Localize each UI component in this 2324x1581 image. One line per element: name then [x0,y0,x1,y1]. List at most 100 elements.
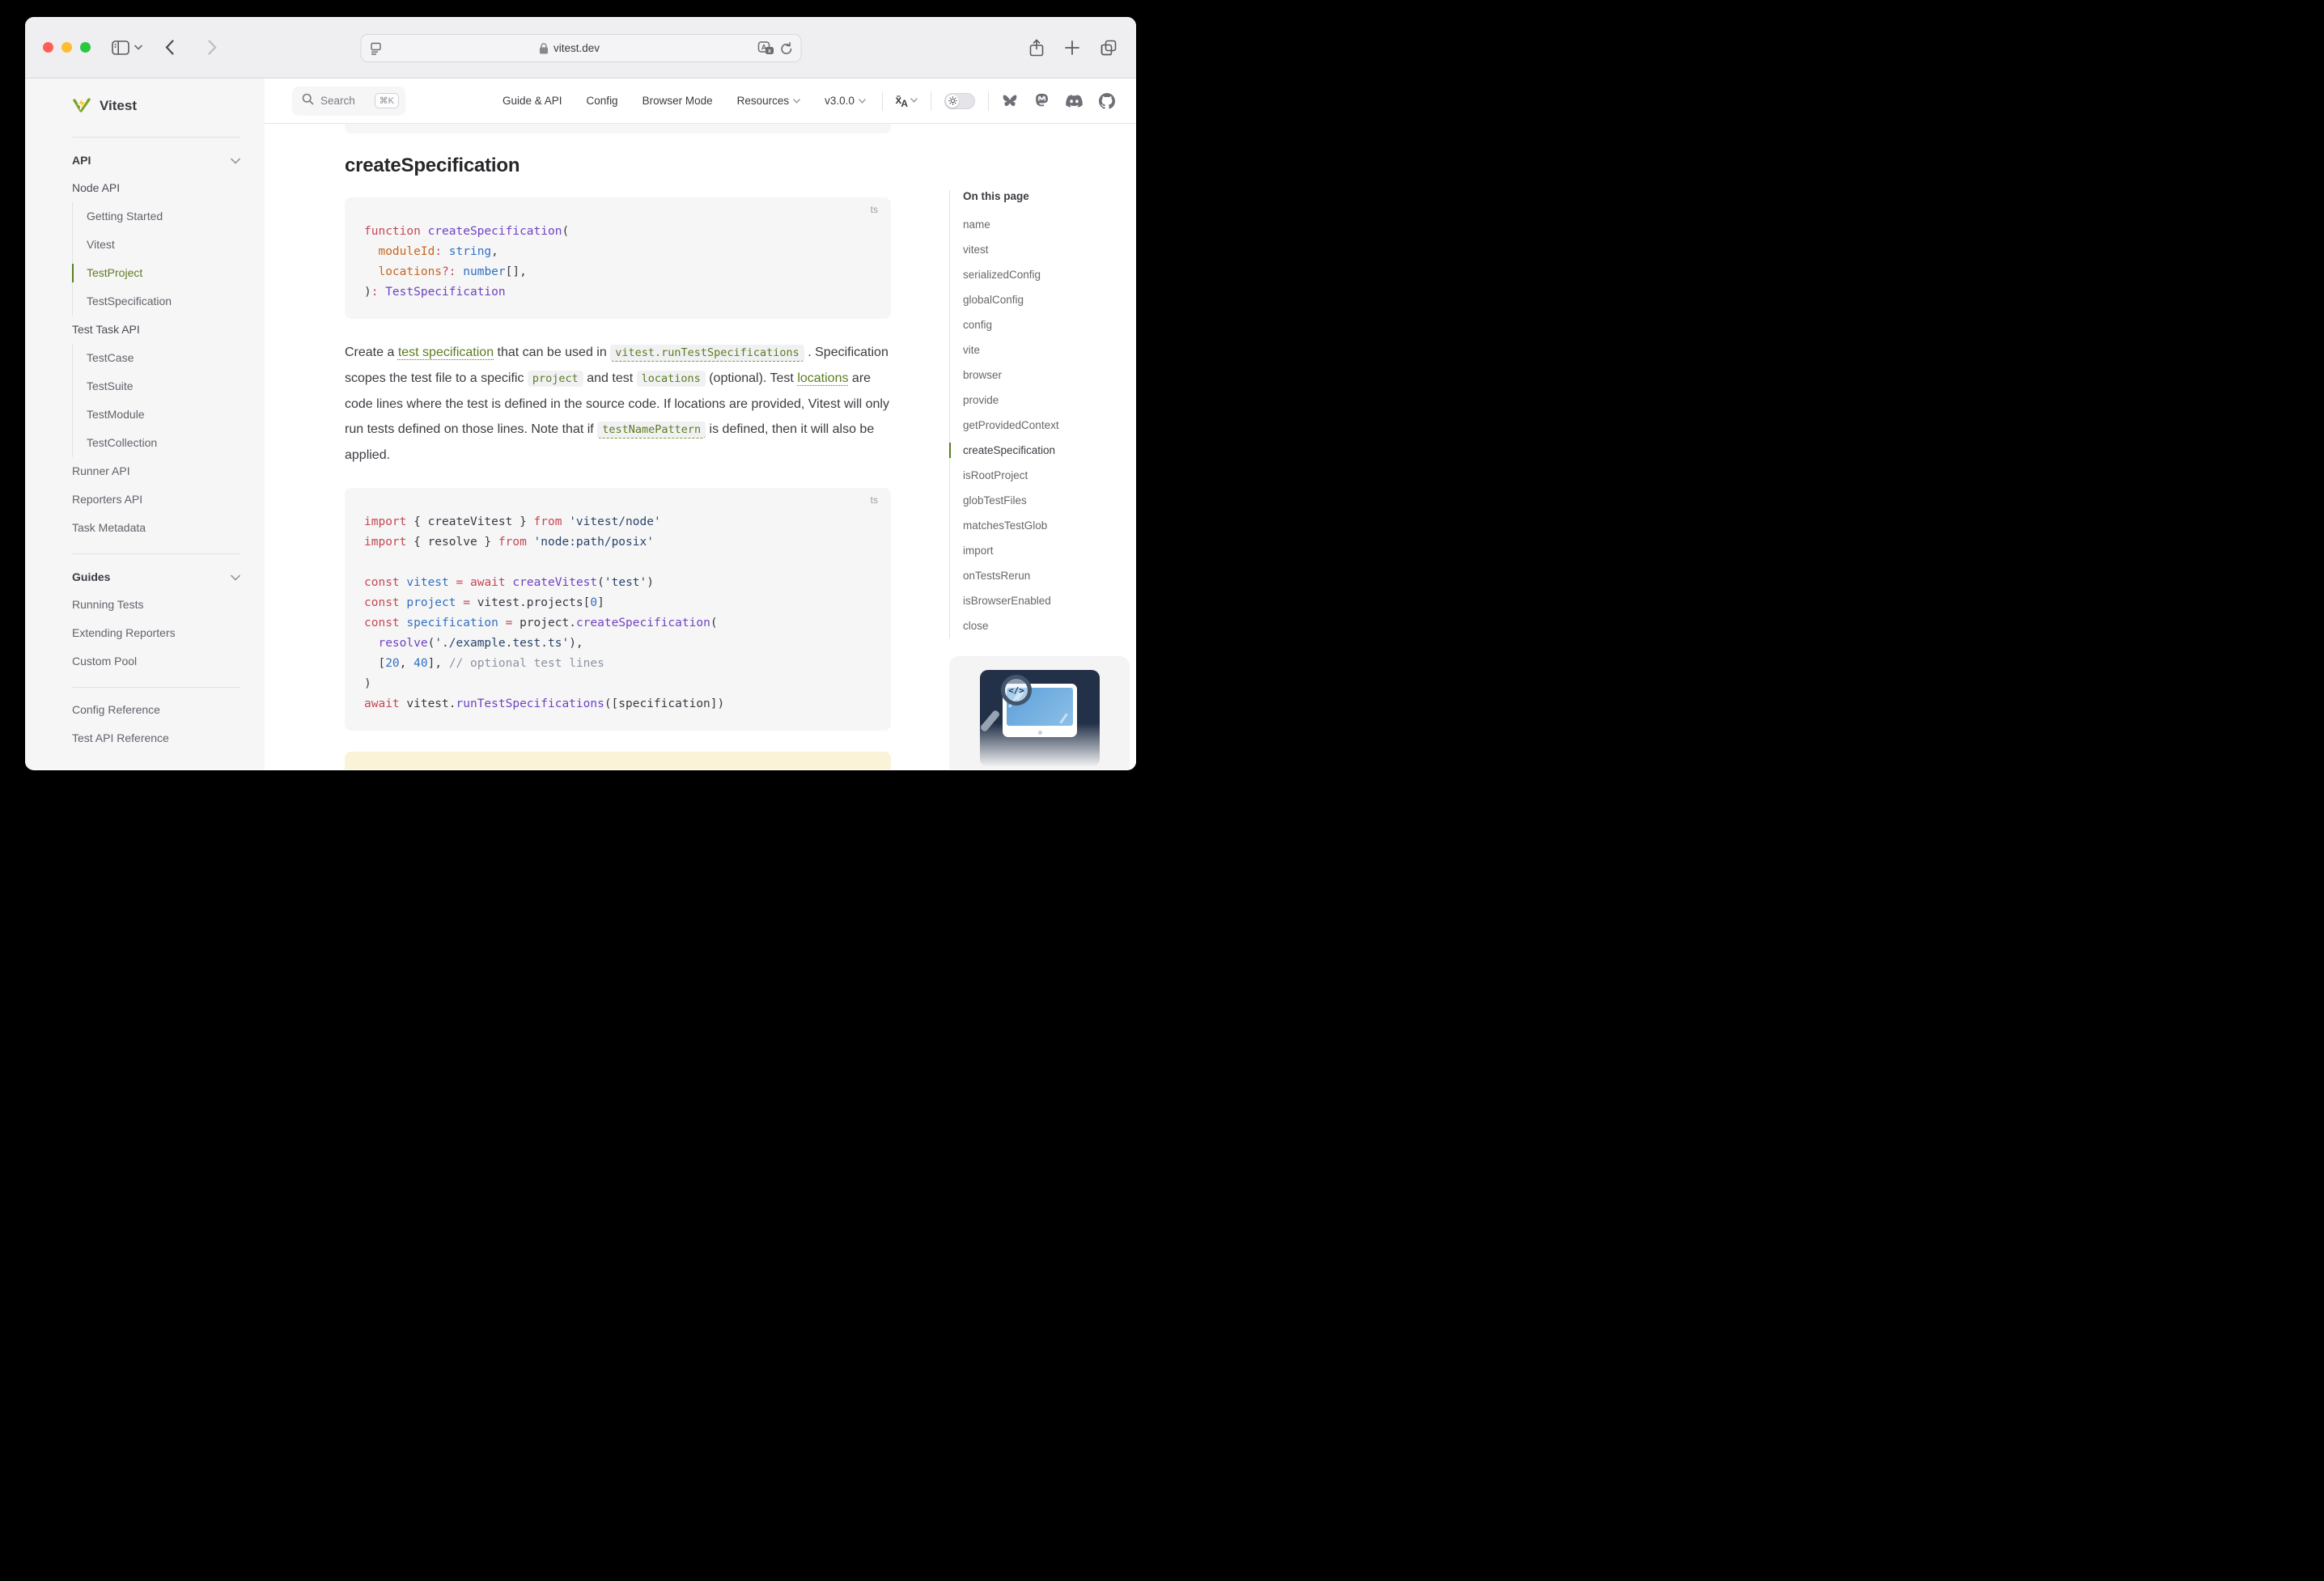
sidebar-nav: APINode APIGetting StartedVitestTestProj… [72,146,240,752]
sidebar-section-api[interactable]: API [72,146,240,174]
tab-overview-icon[interactable] [1101,40,1117,56]
nav-link-resources[interactable]: Resources [737,95,801,107]
sidebar-item-testmodule[interactable]: TestModule [87,401,240,429]
sidebar-item-runner-api[interactable]: Runner API [72,457,240,485]
translate-icon[interactable]: Ax [757,41,774,55]
sidebar-item-custom-pool[interactable]: Custom Pool [72,647,240,676]
toc-item-import[interactable]: import [963,538,1136,563]
browser-window: vitest.dev Ax [25,17,1136,770]
magnifier-code-icon: </> [1001,675,1032,706]
signature-code-block: ts function createSpecification( moduleI… [345,197,891,319]
sidebar-divider [72,687,240,688]
inline-codelink[interactable]: testNamePattern [597,422,706,439]
bluesky-icon[interactable] [1002,94,1018,108]
sidebar-item-testcase[interactable]: TestCase [87,344,240,372]
text-run: Create a [345,345,398,359]
toc-item-provide[interactable]: provide [963,388,1136,413]
code-language-badge: ts [871,204,878,215]
share-icon[interactable] [1029,39,1044,57]
sidebar-item-reporters-api[interactable]: Reporters API [72,485,240,514]
toc-item-close[interactable]: close [963,613,1136,638]
example-code-block: ts import { createVitest } from 'vitest/… [345,488,891,731]
forward-button[interactable] [208,40,217,55]
new-tab-icon[interactable] [1065,40,1079,55]
sidebar-item-running-tests[interactable]: Running Tests [72,591,240,619]
sidebar-item-testsuite[interactable]: TestSuite [87,372,240,401]
back-button[interactable] [165,40,174,55]
brand[interactable]: Vitest [72,87,240,125]
zoom-window-button[interactable] [80,42,91,53]
reader-view-icon[interactable] [369,42,382,55]
nav-link-config[interactable]: Config [587,95,618,107]
search-placeholder: Search [320,95,368,107]
sidebar-item-testspecification[interactable]: TestSpecification [87,287,240,316]
reload-icon[interactable] [780,42,792,55]
lock-icon [540,43,549,54]
browser-toolbar: vitest.dev Ax [25,17,1136,78]
github-icon[interactable] [1099,93,1115,109]
toc-item-ontestsrerun[interactable]: onTestsRerun [963,563,1136,588]
article: createSpecification ts function createSp… [345,124,891,769]
sidebar-divider [72,553,240,554]
toc-item-isbrowserenabled[interactable]: isBrowserEnabled [963,588,1136,613]
inline-codelink[interactable]: vitest.runTestSpecifications [610,345,804,362]
sidebar-toggle-icon[interactable] [112,40,129,55]
sidebar-item-test-api-reference[interactable]: Test API Reference [72,724,240,752]
toc-item-config[interactable]: config [963,312,1136,337]
sidebar-item-extending-reporters[interactable]: Extending Reporters [72,619,240,647]
minimize-window-button[interactable] [61,42,72,53]
toc-item-browser[interactable]: browser [963,362,1136,388]
toc-item-globalconfig[interactable]: globalConfig [963,287,1136,312]
sidebar-item-testproject[interactable]: TestProject [87,259,240,287]
sidebar-section-label: API [72,154,91,167]
inline-link[interactable]: test specification [398,345,494,359]
toc-item-matchestestglob[interactable]: matchesTestGlob [963,513,1136,538]
code-lines: function createSpecification( moduleId: … [364,222,872,303]
text-run: and test [583,371,637,385]
nav-link-label: v3.0.0 [825,95,855,107]
toc-item-createspecification[interactable]: createSpecification [963,438,1136,463]
sidebar-item-config-reference[interactable]: Config Reference [72,696,240,724]
language-menu[interactable]: x̄A [896,93,918,109]
toc-item-globtestfiles[interactable]: globTestFiles [963,488,1136,513]
inline-link[interactable]: locations [797,371,848,385]
sidebar-section-label: Guides [72,570,110,583]
nav-link-v3-0-0[interactable]: v3.0.0 [825,95,866,107]
nav-link-browser-mode[interactable]: Browser Mode [642,95,713,107]
text-run: that can be used in [494,345,610,359]
url-text: vitest.dev [553,42,600,54]
toc-item-name[interactable]: name [963,212,1136,237]
page-title: createSpecification [345,155,891,177]
close-window-button[interactable] [43,42,53,53]
chevron-down-icon [231,570,240,583]
toc-item-getprovidedcontext[interactable]: getProvidedContext [963,413,1136,438]
previous-code-block-edge [345,124,891,134]
inline-code: locations [637,371,706,387]
sidebar-item-task-metadata[interactable]: Task Metadata [72,514,240,542]
sidebar-section-guides[interactable]: Guides [72,562,240,591]
discord-icon[interactable] [1066,95,1083,108]
toc-item-serializedconfig[interactable]: serializedConfig [963,262,1136,287]
sidebar-item-getting-started[interactable]: Getting Started [87,202,240,231]
sidebar-chevron-icon[interactable] [134,45,142,50]
toc-item-isrootproject[interactable]: isRootProject [963,463,1136,488]
navbar-divider [882,91,883,111]
toc-item-vitest[interactable]: vitest [963,237,1136,262]
sidebar-item-vitest[interactable]: Vitest [87,231,240,259]
address-bar[interactable]: vitest.dev Ax [360,34,801,62]
description-paragraph: Create a test specification that can be … [345,340,891,468]
sponsor-card[interactable]: </> [949,656,1130,769]
toc-item-vite[interactable]: vite [963,337,1136,362]
mastodon-icon[interactable] [1034,93,1050,108]
nav-link-guide-api[interactable]: Guide & API [503,95,562,107]
sun-icon [946,95,959,108]
search-shortcut: ⌘K [375,93,399,108]
chevron-down-icon [793,99,800,104]
sidebar-group: TestCaseTestSuiteTestModuleTestCollectio… [72,344,240,457]
toc-list: namevitestserializedConfigglobalConfigco… [963,212,1136,638]
theme-toggle[interactable] [944,93,975,109]
text-run: (optional). Test [706,371,798,385]
search-input[interactable]: Search ⌘K [292,87,405,116]
vitest-logo-icon [72,95,91,118]
sidebar-item-testcollection[interactable]: TestCollection [87,429,240,457]
